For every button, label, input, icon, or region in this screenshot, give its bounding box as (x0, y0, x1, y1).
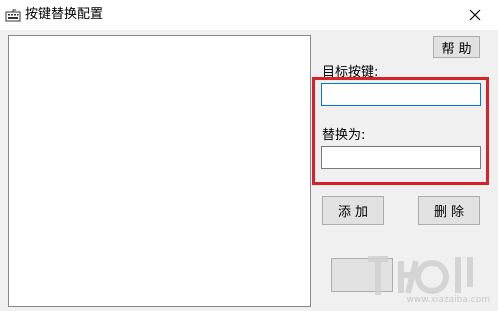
watermark-logo: www.xiazaiba.com (346, 247, 496, 307)
replace-with-field[interactable] (321, 146, 481, 169)
keyboard-icon (5, 8, 21, 22)
close-icon (469, 9, 481, 21)
title-bar: 按键替换配置 (0, 0, 498, 30)
add-button[interactable]: 添加 (322, 196, 384, 225)
replace-with-label: 替换为: (322, 128, 366, 143)
watermark-text: www.xiazaiba.com (406, 295, 490, 305)
target-key-field[interactable] (321, 83, 481, 106)
window-title: 按键替换配置 (25, 7, 104, 22)
close-button[interactable] (452, 0, 498, 30)
help-button[interactable]: 帮助 (433, 36, 480, 58)
target-key-label: 目标按键: (322, 65, 379, 80)
delete-button[interactable]: 删除 (418, 196, 480, 225)
key-mapping-list[interactable] (8, 35, 311, 307)
